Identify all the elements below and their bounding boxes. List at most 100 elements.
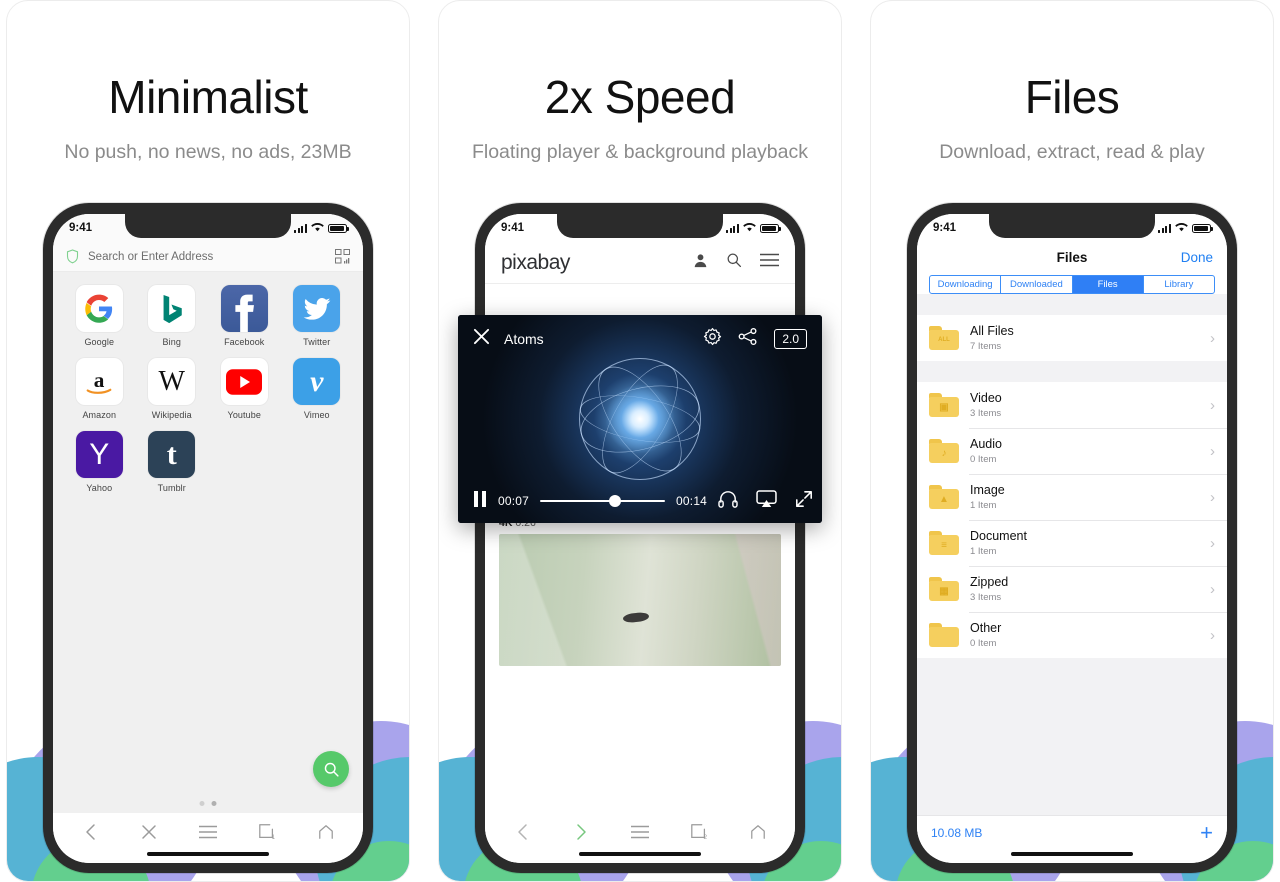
folder-glyph: ≡ (941, 539, 947, 551)
hamburger-icon[interactable] (760, 253, 779, 272)
page-dots (199, 801, 217, 806)
cellular-signal-icon (294, 223, 307, 233)
page-title: 2x Speed (544, 71, 736, 123)
add-file-button[interactable]: + (1200, 821, 1213, 844)
segmented-control: Downloading Downloaded Files Library (929, 275, 1215, 294)
tile-facebook[interactable]: Facebook (208, 285, 281, 347)
address-bar[interactable]: Search or Enter Address (53, 242, 363, 272)
pause-button[interactable] (473, 490, 487, 513)
tile-youtube[interactable]: Youtube (208, 358, 281, 420)
list-item[interactable]: Other 0 Item › (917, 612, 1227, 658)
page-subtitle: Download, extract, read & play (939, 141, 1205, 164)
svg-text:a: a (94, 367, 105, 391)
tile-amazon[interactable]: a Amazon (63, 358, 136, 420)
tile-label: Youtube (227, 410, 261, 420)
tab-count: 2 (703, 834, 707, 841)
tile-wikipedia[interactable]: W Wikipedia (136, 358, 209, 420)
video-thumbnail[interactable] (499, 534, 781, 666)
tile-vimeo[interactable]: v Vimeo (281, 358, 354, 420)
tile-google[interactable]: Google (63, 285, 136, 347)
feature-card-minimalist: Minimalist No push, no news, no ads, 23M… (6, 0, 410, 882)
search-fab-button[interactable] (313, 751, 349, 787)
files-header: Files Done (917, 242, 1227, 272)
list-item[interactable]: ▣ Video 3 Items › (917, 382, 1227, 428)
battery-icon (760, 223, 781, 233)
list-item[interactable]: ♪ Audio 0 Item › (917, 428, 1227, 474)
list-item[interactable]: ▦ Zipped 3 Items › (917, 566, 1227, 612)
playback-speed-badge[interactable]: 2.0 (774, 329, 807, 349)
wifi-icon (743, 222, 756, 235)
google-icon (75, 285, 123, 332)
tile-twitter[interactable]: Twitter (281, 285, 354, 347)
page-title: Minimalist (108, 71, 308, 123)
airplay-icon[interactable] (756, 489, 777, 513)
search-icon (324, 762, 339, 777)
folder-name: Other (970, 621, 1002, 636)
tabs-button[interactable]: 2 (679, 817, 719, 847)
wifi-icon (1175, 222, 1188, 235)
back-button[interactable] (70, 817, 110, 847)
back-button[interactable] (502, 817, 542, 847)
seek-slider[interactable] (540, 493, 666, 509)
tile-label: Tumblr (157, 483, 186, 493)
headphones-icon[interactable] (718, 490, 738, 513)
tile-yahoo[interactable]: Y Yahoo (63, 431, 136, 493)
gear-icon[interactable] (703, 327, 722, 351)
phone-notch (989, 214, 1155, 238)
tab-files[interactable]: Files (1072, 276, 1144, 293)
bookmark-tiles-grid: Google Bing Facebook Twitter a Amazon W … (53, 272, 363, 773)
bing-icon (148, 285, 196, 332)
folder-glyph (929, 627, 959, 647)
tile-label: Yahoo (86, 483, 113, 493)
page-subtitle: No push, no news, no ads, 23MB (64, 141, 352, 164)
files-section-all: ALL All Files 7 Items › (917, 315, 1227, 361)
tile-label: Twitter (303, 337, 331, 347)
tab-downloading[interactable]: Downloading (930, 276, 1002, 293)
chevron-right-icon: › (1210, 396, 1215, 414)
wikipedia-icon: W (148, 358, 196, 405)
done-button[interactable]: Done (1181, 250, 1213, 265)
tab-downloaded[interactable]: Downloaded (1001, 276, 1073, 293)
expand-icon[interactable] (795, 490, 813, 513)
list-item[interactable]: ▲ Image 1 Item › (917, 474, 1227, 520)
address-input[interactable]: Search or Enter Address (88, 251, 326, 263)
folder-name: Audio (970, 437, 1002, 452)
list-item[interactable]: ALL All Files 7 Items › (917, 315, 1227, 361)
folder-count: 3 Items (970, 407, 1002, 419)
vimeo-icon: v (293, 358, 341, 405)
seek-knob[interactable] (608, 495, 621, 507)
close-button[interactable] (129, 817, 169, 847)
total-time: 00:14 (676, 494, 708, 508)
tab-library[interactable]: Library (1144, 276, 1214, 293)
pixabay-logo: pixabay (501, 250, 570, 274)
phone-mockup-files: 9:41 Files Done Downloading Downloaded F… (907, 203, 1237, 873)
fab-row (53, 751, 363, 813)
folder-icon: ▦ (929, 577, 959, 601)
share-icon[interactable] (738, 327, 758, 351)
menu-button[interactable] (188, 817, 228, 847)
tabs-button[interactable]: 1 (247, 817, 287, 847)
forward-button[interactable] (561, 817, 601, 847)
tile-tumblr[interactable]: t Tumblr (136, 431, 209, 493)
tab-count: 1 (271, 834, 275, 841)
close-icon[interactable] (473, 328, 490, 350)
list-item[interactable]: ≡ Document 1 Item › (917, 520, 1227, 566)
tile-bing[interactable]: Bing (136, 285, 209, 347)
folder-icon: ALL (929, 326, 959, 350)
home-button[interactable] (306, 817, 346, 847)
folder-count: 1 Item (970, 545, 997, 557)
search-icon[interactable] (726, 252, 742, 273)
folder-count: 3 Items (970, 591, 1002, 603)
menu-button[interactable] (620, 817, 660, 847)
floating-video-player[interactable]: Atoms 2.0 00:07 00:14 (458, 315, 822, 523)
folder-count: 1 Item (970, 499, 997, 511)
qr-scan-icon[interactable] (335, 249, 350, 264)
home-button[interactable] (738, 817, 778, 847)
yahoo-icon: Y (75, 431, 123, 478)
account-icon[interactable] (693, 253, 708, 273)
folder-icon: ♪ (929, 439, 959, 463)
home-indicator (579, 851, 701, 856)
youtube-icon (220, 358, 268, 405)
tile-label: Bing (162, 337, 181, 347)
app-store-screenshot-set: Minimalist No push, no news, no ads, 23M… (0, 0, 1280, 882)
